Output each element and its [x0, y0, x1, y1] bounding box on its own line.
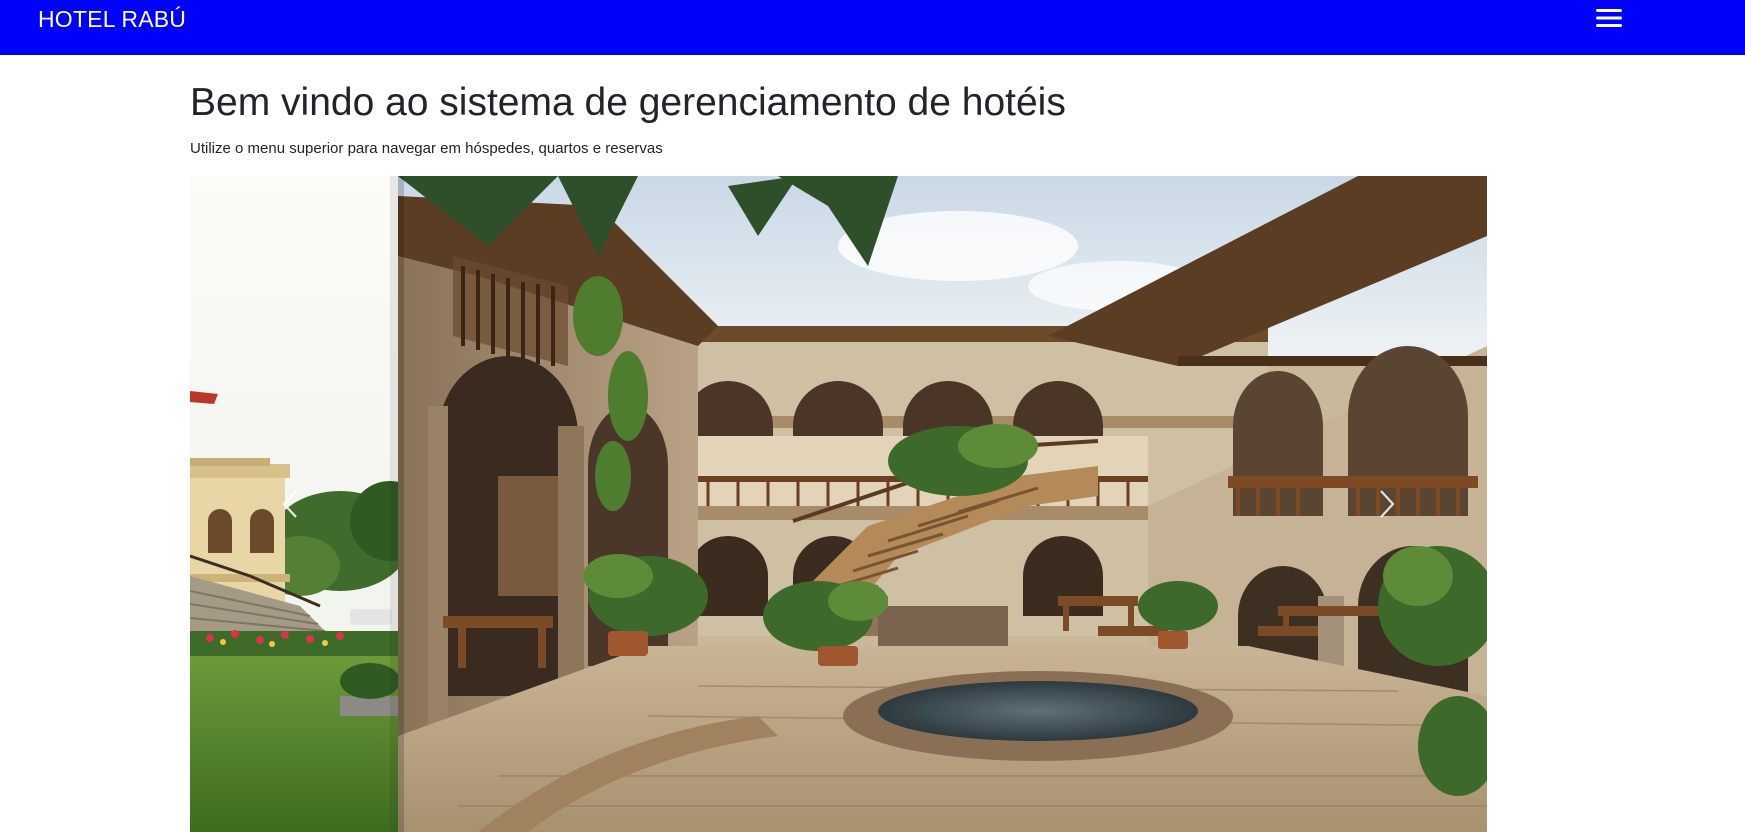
top-navbar: HOTEL RABÚ [0, 0, 1745, 55]
hamburger-menu-icon [1596, 9, 1622, 27]
page-title: Bem vindo ao sistema de gerenciamento de… [190, 81, 1066, 124]
chevron-right-icon [1380, 490, 1395, 518]
page-subtitle: Utilize o menu superior para navegar em … [190, 140, 663, 157]
carousel-prev-button[interactable] [190, 176, 390, 832]
navbar-toggle-button[interactable] [1584, 4, 1634, 32]
carousel-next-button[interactable] [1287, 176, 1487, 832]
chevron-left-icon [282, 490, 297, 518]
hotel-image-carousel [190, 176, 1487, 832]
navbar-brand[interactable]: HOTEL RABÚ [38, 3, 186, 35]
